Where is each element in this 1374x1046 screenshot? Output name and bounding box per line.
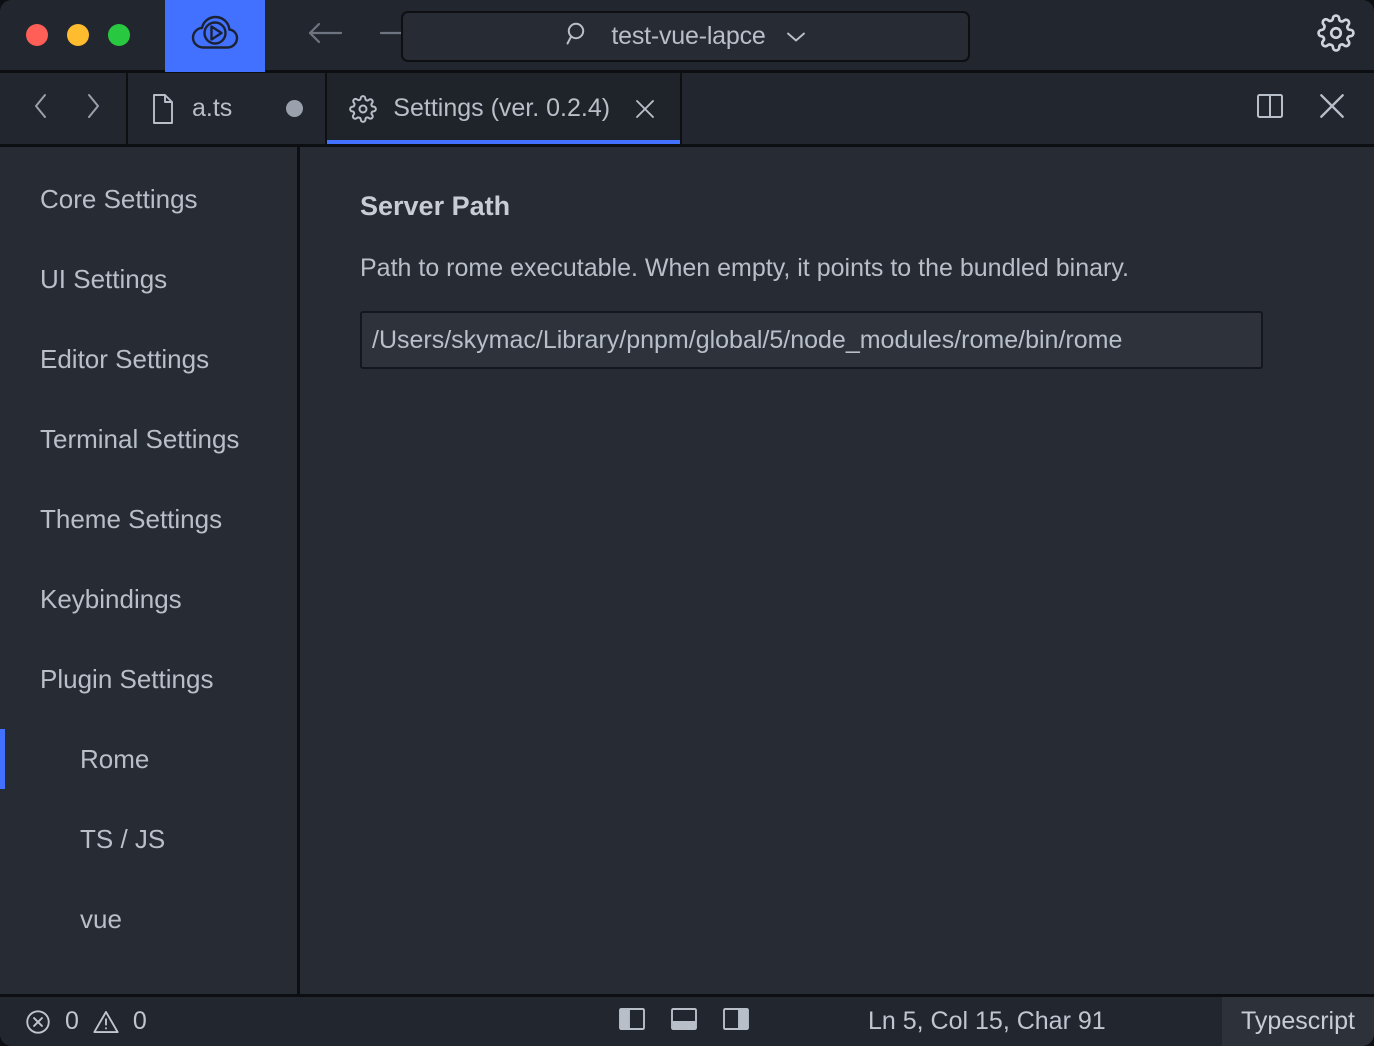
sidebar-item-ts-js[interactable]: TS / JS: [0, 799, 297, 879]
chevron-left-icon: [31, 92, 51, 125]
warning-count: 0: [132, 1007, 147, 1035]
workspace-name: test-vue-lapce: [611, 22, 766, 50]
tab-navigation: [0, 73, 126, 144]
sidebar-item-vue[interactable]: vue: [0, 879, 297, 959]
split-editor-icon: [1255, 91, 1285, 126]
status-bar: 0 0 Ln 5, Col 15, Char 91 Typescript: [0, 994, 1374, 1046]
sidebar-item-editor-settings[interactable]: Editor Settings: [0, 319, 297, 399]
sidebar-item-label: Theme Settings: [40, 503, 223, 534]
close-icon[interactable]: [632, 96, 658, 122]
close-icon: [1316, 90, 1348, 127]
panel-toggle-group: [618, 1008, 750, 1036]
warning-triangle-icon: [92, 1008, 120, 1036]
warning-count-item[interactable]: 0: [92, 1007, 147, 1036]
panel-bottom-icon: [670, 1006, 698, 1037]
tab-forward-button[interactable]: [76, 92, 110, 126]
panel-left-icon: [618, 1006, 646, 1037]
sidebar-item-label: UI Settings: [40, 263, 168, 294]
toggle-left-panel-button[interactable]: [618, 1008, 646, 1036]
file-icon: [150, 93, 176, 125]
arrow-left-icon: [307, 20, 343, 51]
page-title: Server Path: [360, 191, 511, 221]
error-count: 0: [65, 1007, 79, 1035]
gear-icon: [349, 94, 378, 123]
title-bar: test-vue-lapce: [0, 0, 1374, 73]
tab-label: Settings (ver. 0.2.4): [393, 94, 611, 122]
sidebar-item-keybindings[interactable]: Keybindings: [0, 559, 297, 639]
sidebar-item-ui-settings[interactable]: UI Settings: [0, 239, 297, 319]
chevron-down-icon[interactable]: [786, 30, 806, 44]
sidebar-item-label: vue: [80, 903, 122, 934]
app-window: test-vue-lapce a.ts Settings (ver. 0.2.4…: [0, 0, 1374, 1046]
cloud-play-icon: [190, 14, 240, 57]
cursor-position[interactable]: Ln 5, Col 15, Char 91: [868, 1007, 1106, 1036]
tab-bar-actions: [1250, 73, 1374, 144]
minimize-window-button[interactable]: [67, 24, 89, 46]
sidebar-item-label: Plugin Settings: [40, 663, 214, 694]
editor-tab-bar: a.ts Settings (ver. 0.2.4): [0, 73, 1374, 147]
sidebar-item-label: Terminal Settings: [40, 423, 240, 454]
settings-content: Server Path Path to rome executable. Whe…: [300, 147, 1374, 994]
sidebar-item-label: Editor Settings: [40, 343, 210, 374]
editor-tab-settings[interactable]: Settings (ver. 0.2.4): [325, 73, 683, 144]
gear-icon: [1317, 13, 1355, 57]
error-count-item[interactable]: 0: [24, 1007, 79, 1036]
sidebar-item-plugin-settings[interactable]: Plugin Settings: [0, 639, 297, 719]
settings-button[interactable]: [1312, 11, 1360, 59]
sidebar-item-core-settings[interactable]: Core Settings: [0, 159, 297, 239]
maximize-window-button[interactable]: [108, 24, 130, 46]
app-logo-button[interactable]: [165, 0, 265, 72]
diagnostics-group: 0 0: [0, 1007, 147, 1036]
panel-right-icon: [722, 1006, 750, 1037]
sidebar-item-terminal-settings[interactable]: Terminal Settings: [0, 399, 297, 479]
close-editor-button[interactable]: [1312, 89, 1352, 129]
sidebar-item-rome[interactable]: Rome: [0, 719, 297, 799]
sidebar-item-label: Core Settings: [40, 183, 198, 214]
setting-description: Path to rome executable. When empty, it …: [360, 254, 1129, 282]
close-window-button[interactable]: [26, 24, 48, 46]
toggle-right-panel-button[interactable]: [722, 1008, 750, 1036]
server-path-input[interactable]: [360, 311, 1263, 369]
workspace-search-bar[interactable]: test-vue-lapce: [401, 11, 970, 62]
sidebar-item-label: Keybindings: [40, 583, 182, 614]
settings-sidebar: Core Settings UI Settings Editor Setting…: [0, 147, 300, 994]
tab-back-button[interactable]: [24, 92, 58, 126]
editor-tab-a-ts[interactable]: a.ts: [126, 73, 325, 144]
toggle-bottom-panel-button[interactable]: [670, 1008, 698, 1036]
back-button[interactable]: [303, 13, 347, 57]
sidebar-item-theme-settings[interactable]: Theme Settings: [0, 479, 297, 559]
search-icon: [565, 21, 591, 52]
settings-body: Core Settings UI Settings Editor Setting…: [0, 147, 1374, 994]
sidebar-item-label: Rome: [80, 743, 150, 774]
sidebar-item-label: TS / JS: [80, 823, 166, 854]
chevron-right-icon: [83, 92, 103, 125]
split-editor-button[interactable]: [1250, 89, 1290, 129]
window-controls: [0, 24, 130, 46]
language-mode-button[interactable]: Typescript: [1222, 997, 1374, 1046]
error-circle-icon: [24, 1008, 52, 1036]
tab-label: a.ts: [192, 94, 233, 122]
unsaved-indicator-dot[interactable]: [286, 100, 304, 117]
